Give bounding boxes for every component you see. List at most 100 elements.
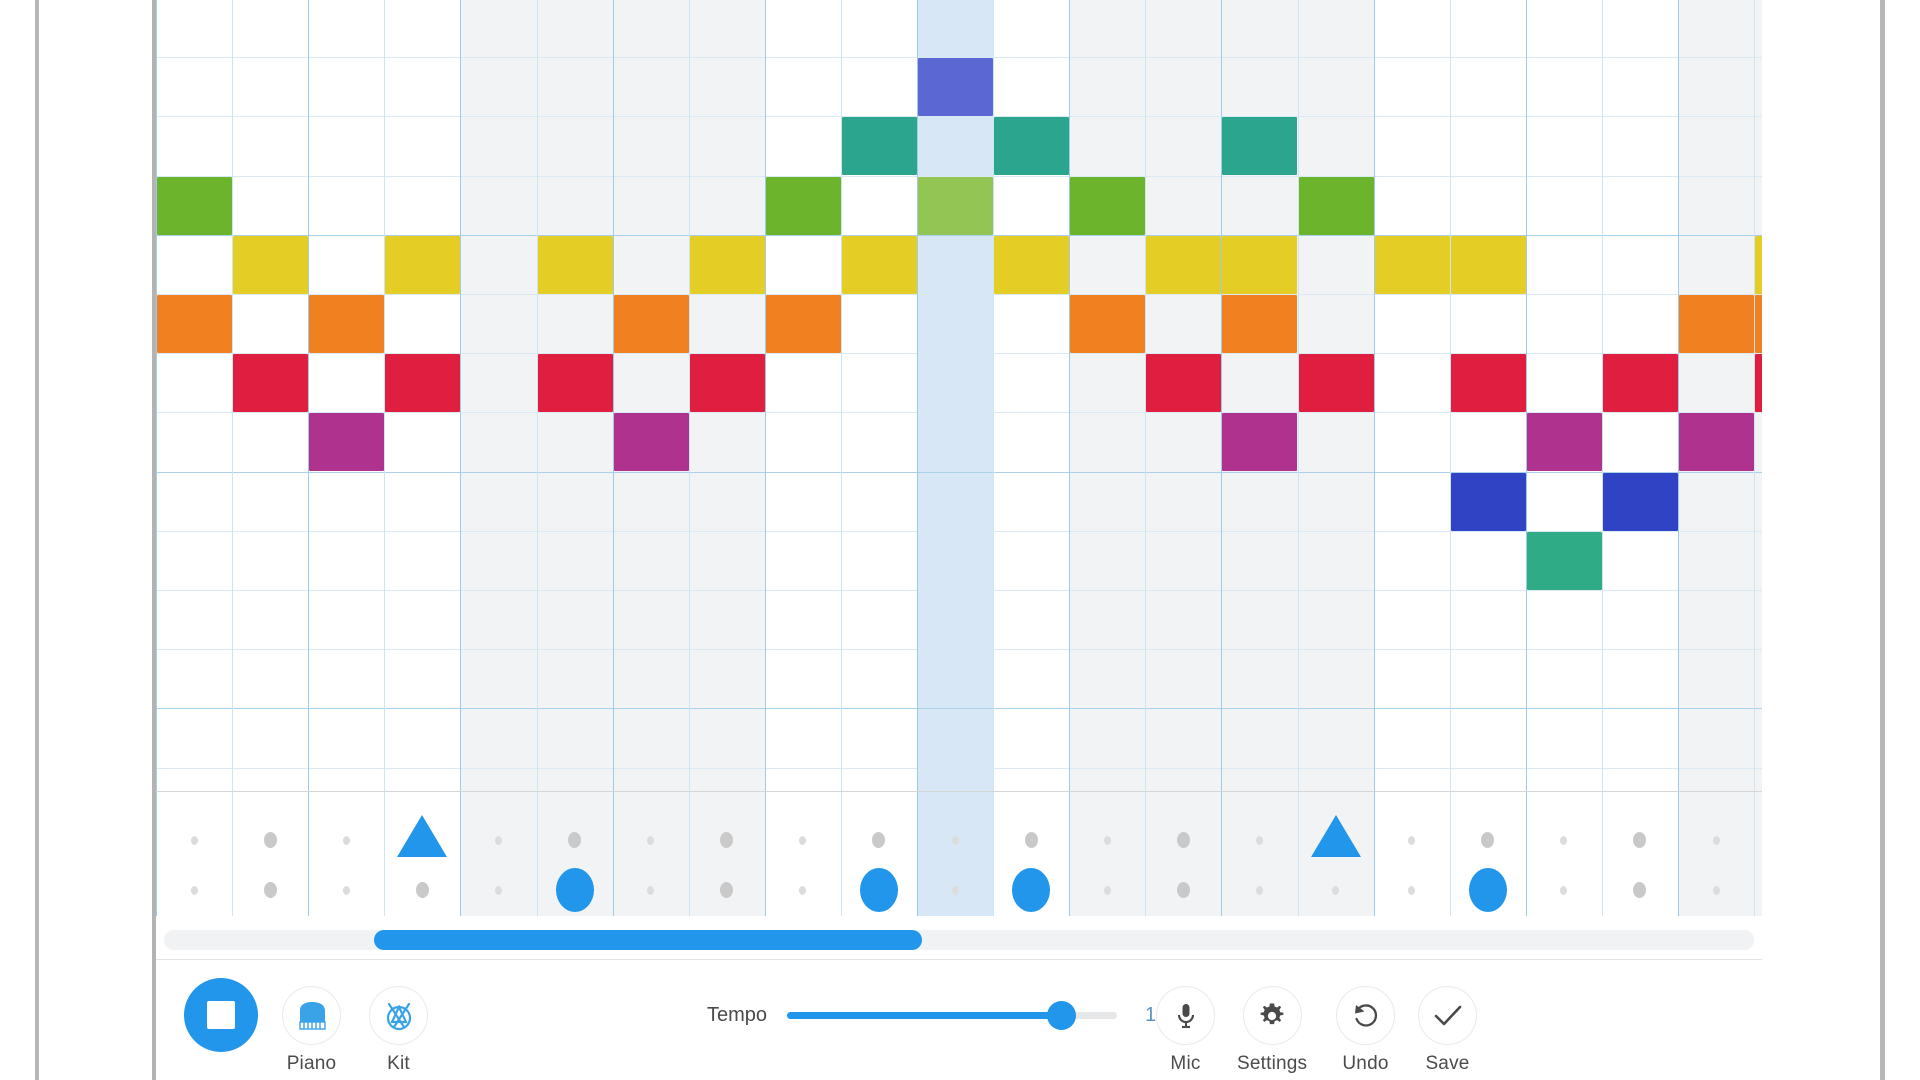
drum-empty-dot[interactable] xyxy=(872,832,886,848)
drum-empty-dot[interactable] xyxy=(494,885,502,895)
note-cell[interactable] xyxy=(1375,236,1450,294)
note-cell[interactable] xyxy=(1527,532,1602,590)
note-cell[interactable] xyxy=(157,177,232,235)
note-cell[interactable] xyxy=(1451,236,1526,294)
note-cell[interactable] xyxy=(1755,236,1762,294)
drum-empty-dot[interactable] xyxy=(342,885,350,895)
drum-empty-dot[interactable] xyxy=(494,835,502,845)
settings-button[interactable]: Settings xyxy=(1237,986,1307,1075)
note-cell[interactable] xyxy=(385,236,460,294)
note-cell[interactable] xyxy=(1299,354,1374,412)
note-cell[interactable] xyxy=(538,236,613,294)
note-cell[interactable] xyxy=(994,236,1069,294)
note-cell[interactable] xyxy=(233,354,308,412)
drum-empty-dot[interactable] xyxy=(415,882,429,898)
drum-empty-dot[interactable] xyxy=(1712,885,1720,895)
drum-empty-dot[interactable] xyxy=(647,835,655,845)
note-cell[interactable] xyxy=(1679,295,1754,353)
note-cell[interactable] xyxy=(1299,177,1374,235)
note-cell[interactable] xyxy=(766,177,841,235)
tempo-slider-thumb[interactable] xyxy=(1046,1001,1076,1030)
note-cell[interactable] xyxy=(1755,354,1762,412)
drum-empty-dot[interactable] xyxy=(568,832,582,848)
drum-empty-dot[interactable] xyxy=(1255,885,1263,895)
drum-empty-dot[interactable] xyxy=(1176,882,1190,898)
note-cell[interactable] xyxy=(1527,413,1602,471)
note-cell[interactable] xyxy=(385,354,460,412)
note-cell[interactable] xyxy=(842,236,917,294)
note-cell[interactable] xyxy=(842,117,917,175)
instrument-kit-button[interactable]: Kit xyxy=(369,986,428,1075)
drum-triangle-active[interactable] xyxy=(397,815,448,857)
note-cell[interactable] xyxy=(1222,236,1297,294)
drum-empty-dot[interactable] xyxy=(263,882,277,898)
drum-empty-dot[interactable] xyxy=(799,835,807,845)
note-cell[interactable] xyxy=(614,295,689,353)
note-cell[interactable] xyxy=(1070,295,1145,353)
drum-empty-dot[interactable] xyxy=(1633,882,1647,898)
drum-triangle-active[interactable] xyxy=(1310,815,1361,857)
drum-empty-dot[interactable] xyxy=(1560,885,1568,895)
drum-empty-dot[interactable] xyxy=(263,832,277,848)
instrument-piano-button[interactable]: Piano xyxy=(282,986,341,1075)
note-cell[interactable] xyxy=(1222,295,1297,353)
note-cell[interactable] xyxy=(1222,413,1297,471)
note-cell[interactable] xyxy=(309,413,384,471)
note-cell[interactable] xyxy=(766,295,841,353)
drum-empty-dot[interactable] xyxy=(951,835,959,845)
percussion-lanes-canvas[interactable] xyxy=(156,792,1762,916)
note-cell[interactable] xyxy=(1222,117,1297,175)
horizontal-scrollbar[interactable] xyxy=(156,921,1762,959)
piano-button-circle[interactable] xyxy=(282,986,341,1045)
note-cell[interactable] xyxy=(1755,295,1762,353)
note-cell[interactable] xyxy=(1451,473,1526,531)
drum-empty-dot[interactable] xyxy=(190,885,198,895)
note-grid-canvas[interactable] xyxy=(156,0,1762,791)
drum-circle-active[interactable] xyxy=(555,868,594,912)
drum-empty-dot[interactable] xyxy=(1633,832,1647,848)
drum-empty-dot[interactable] xyxy=(1481,832,1495,848)
drum-empty-dot[interactable] xyxy=(1332,885,1340,895)
drum-empty-dot[interactable] xyxy=(190,835,198,845)
mic-button-circle[interactable] xyxy=(1156,986,1215,1045)
drum-circle-active[interactable] xyxy=(1468,868,1507,912)
note-cell[interactable] xyxy=(994,117,1069,175)
play-stop-button[interactable] xyxy=(184,978,258,1052)
drum-empty-dot[interactable] xyxy=(1560,835,1568,845)
note-cell[interactable] xyxy=(1070,177,1145,235)
scrollbar-thumb[interactable] xyxy=(373,930,923,950)
settings-button-circle[interactable] xyxy=(1242,986,1302,1045)
note-cell[interactable] xyxy=(690,236,765,294)
save-button-circle[interactable] xyxy=(1418,986,1477,1045)
mic-button[interactable]: Mic xyxy=(1156,986,1215,1075)
drum-empty-dot[interactable] xyxy=(1255,835,1263,845)
note-cell[interactable] xyxy=(1603,473,1678,531)
drum-empty-dot[interactable] xyxy=(1176,832,1190,848)
drum-circle-active[interactable] xyxy=(859,868,898,912)
drum-empty-dot[interactable] xyxy=(1103,885,1111,895)
note-cell[interactable] xyxy=(1603,354,1678,412)
tempo-slider-track[interactable] xyxy=(787,1001,1118,1030)
drum-empty-dot[interactable] xyxy=(1712,835,1720,845)
drum-empty-dot[interactable] xyxy=(1408,885,1416,895)
tempo-control[interactable]: Tempo 170 xyxy=(707,1001,1178,1030)
drum-empty-dot[interactable] xyxy=(951,885,959,895)
note-cell[interactable] xyxy=(233,236,308,294)
drum-empty-dot[interactable] xyxy=(647,885,655,895)
drum-empty-dot[interactable] xyxy=(1408,835,1416,845)
drum-empty-dot[interactable] xyxy=(1103,835,1111,845)
note-cell[interactable] xyxy=(538,354,613,412)
scrollbar-track[interactable] xyxy=(164,930,1754,950)
undo-button-circle[interactable] xyxy=(1336,986,1395,1045)
note-cell[interactable] xyxy=(157,295,232,353)
drum-circle-active[interactable] xyxy=(1012,868,1051,912)
save-button[interactable]: Save xyxy=(1418,986,1477,1075)
note-cell[interactable] xyxy=(614,413,689,471)
note-grid[interactable] xyxy=(156,0,1762,791)
note-cell[interactable] xyxy=(690,354,765,412)
note-cell[interactable] xyxy=(1146,236,1221,294)
percussion-lanes[interactable] xyxy=(156,791,1762,916)
drum-empty-dot[interactable] xyxy=(342,835,350,845)
note-cell[interactable] xyxy=(918,177,993,235)
note-cell[interactable] xyxy=(309,295,384,353)
